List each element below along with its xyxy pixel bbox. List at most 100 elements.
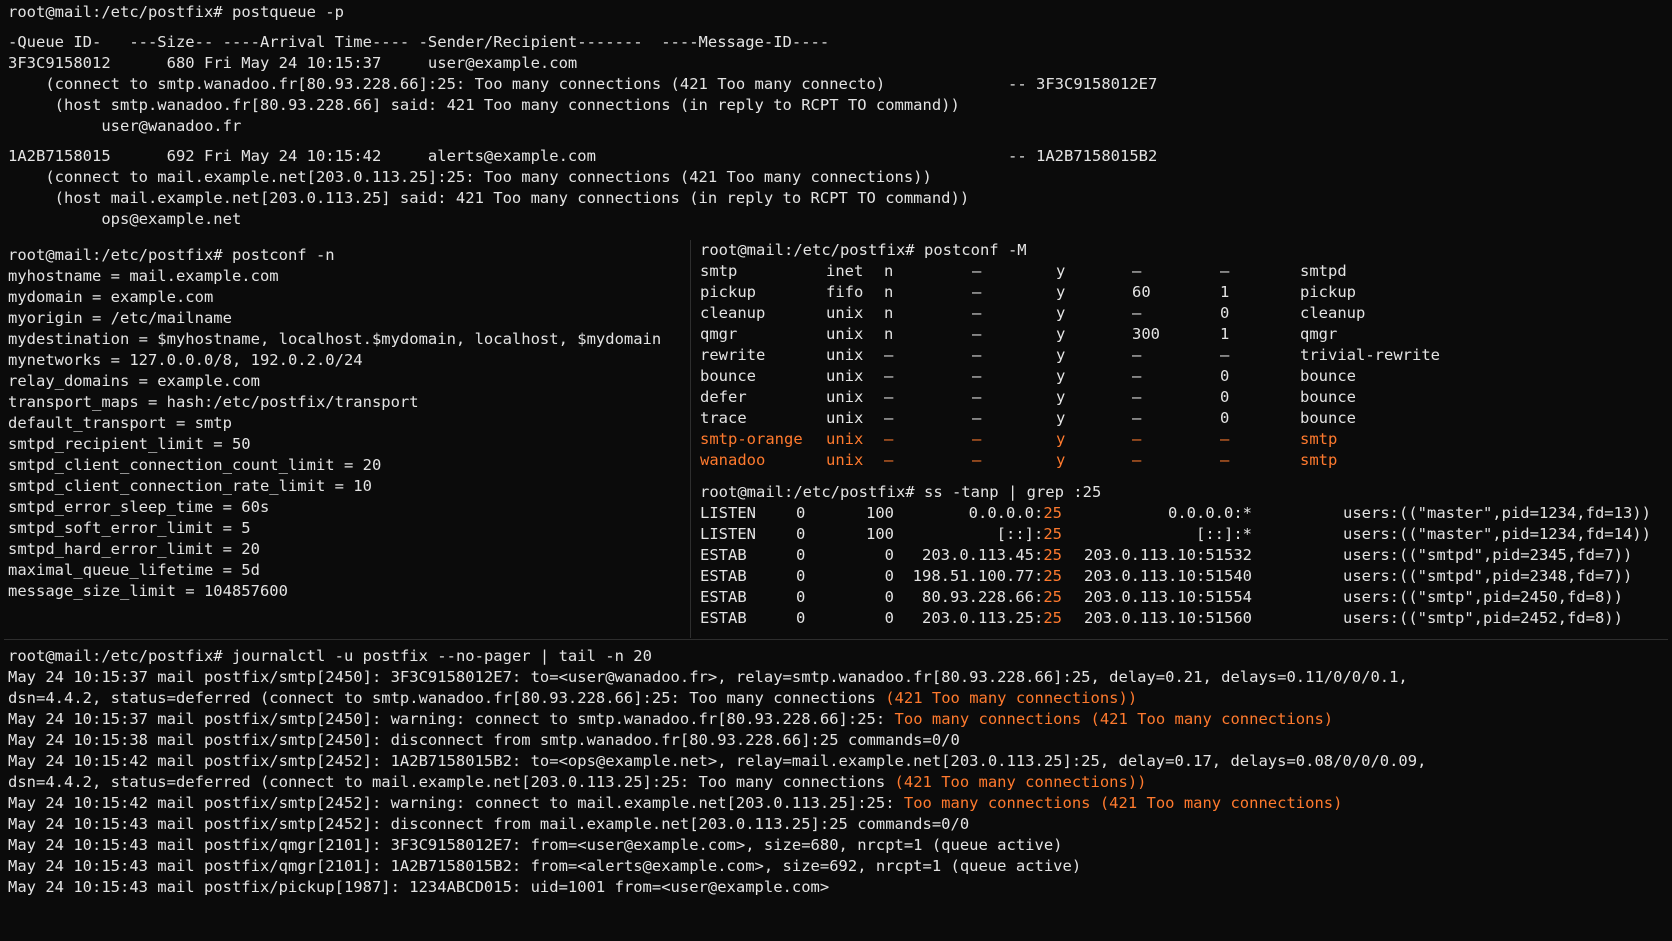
master-cell-command: trivial-rewrite <box>1300 346 1440 364</box>
master-cell-unpriv: – <box>972 346 982 364</box>
master-cell-unpriv: – <box>972 367 982 385</box>
master-cell-wakeup: – <box>1132 346 1142 364</box>
master-cell-command: qmgr <box>1300 325 1338 343</box>
socket-local-port: 25 <box>1043 546 1062 564</box>
master-row-cleanup: cleanup unix n – y – 0 cleanup <box>700 303 1660 324</box>
master-cell-maxproc: 0 <box>1220 409 1230 427</box>
socket-recvq: 0 <box>796 567 806 585</box>
master-cell-maxproc: 1 <box>1220 325 1230 343</box>
command-line[interactable]: root@mail:/etc/postfix# postqueue -p <box>8 2 1658 23</box>
socket-peer: 203.0.113.10:51532 <box>1084 546 1252 564</box>
command-text: postconf -n <box>231 246 335 264</box>
journal-error-highlight: Too many connections (421 Too many conne… <box>894 710 1334 728</box>
shell-prompt: root@mail:/etc/postfix# <box>700 483 915 501</box>
socket-local-ip: 203.0.113.45: <box>922 546 1044 564</box>
journal-line: May 24 10:15:43 mail postfix/pickup[1987… <box>8 877 1663 898</box>
master-row-smtp: smtp inet n – y – – smtpd <box>700 261 1660 282</box>
postconf-line: smtpd_client_connection_rate_limit = 10 <box>8 477 372 495</box>
socket-peer: 203.0.113.10:51560 <box>1084 609 1252 627</box>
queue-entry-line: 1A2B7158015 692 Fri May 24 10:15:42 aler… <box>8 146 1658 167</box>
shell-prompt: root@mail:/etc/postfix# <box>8 3 223 21</box>
master-cell-chroot: y <box>1056 388 1066 406</box>
socket-state: LISTEN <box>700 504 756 522</box>
shell-prompt: root@mail:/etc/postfix# <box>8 647 223 665</box>
master-cell-maxproc: 0 <box>1220 388 1230 406</box>
shell-prompt: root@mail:/etc/postfix# <box>700 241 915 259</box>
journal-text: May 24 10:15:43 mail postfix/qmgr[2101]:… <box>8 836 1063 854</box>
socket-peer: 0.0.0.0:* <box>1168 504 1252 522</box>
socket-table: LISTEN 0 100 0.0.0.0:25 0.0.0.0:* users:(("ma… <box>700 503 1660 629</box>
master-cell-unpriv: – <box>972 304 982 322</box>
journal-error-highlight: (421 Too many connections)) <box>894 773 1147 791</box>
master-row-defer: defer unix – – y – 0 bounce <box>700 387 1660 408</box>
queue-host-said: (host mail.example.net[203.0.113.25] sai… <box>8 189 970 207</box>
master-cell-command: cleanup <box>1300 304 1366 322</box>
master-cell-unpriv: – <box>972 325 982 343</box>
command-text: journalctl -u postfix --no-pager | tail … <box>231 647 652 665</box>
command-line[interactable]: root@mail:/etc/postfix# journalctl -u po… <box>8 646 1663 667</box>
master-cell-maxproc: – <box>1220 430 1230 448</box>
master-cell-private: – <box>884 388 894 406</box>
pane-divider-vertical[interactable] <box>690 240 691 638</box>
socket-process: users:(("smtpd",pid=2345,fd=7)) <box>1343 546 1633 564</box>
journal-text: May 24 10:15:38 mail postfix/smtp[2450]:… <box>8 731 960 749</box>
postconf-line: mydomain = example.com <box>8 288 214 306</box>
socket-recvq: 0 <box>796 609 806 627</box>
master-cell-command: pickup <box>1300 283 1356 301</box>
socket-recvq: 0 <box>796 588 806 606</box>
command-line[interactable]: root@mail:/etc/postfix# postconf -M <box>700 240 1660 261</box>
master-cell-command: smtp <box>1300 451 1338 469</box>
postconf-n-pane: root@mail:/etc/postfix# postconf -n myho… <box>8 245 688 602</box>
master-cell-service: defer <box>700 388 747 406</box>
master-cell-maxproc: 0 <box>1220 367 1230 385</box>
master-cell-maxproc: – <box>1220 451 1230 469</box>
master-cell-type: unix <box>826 346 864 364</box>
postconf-line: relay_domains = example.com <box>8 372 260 390</box>
master-cell-private: n <box>884 304 894 322</box>
journal-line: May 24 10:15:43 mail postfix/smtp[2452]:… <box>8 814 1663 835</box>
socket-local-address: 80.93.228.66:25 <box>922 587 1062 608</box>
journal-text: dsn=4.4.2, status=deferred (connect to m… <box>8 773 895 791</box>
journal-text: May 24 10:15:43 mail postfix/qmgr[2101]:… <box>8 857 1082 875</box>
master-cell-type: fifo <box>826 283 864 301</box>
socket-local-ip: 198.51.100.77: <box>912 567 1044 585</box>
socket-sendq: 0 <box>884 609 894 627</box>
master-cell-chroot: y <box>1056 451 1066 469</box>
master-cell-chroot: y <box>1056 283 1066 301</box>
master-cf-table: smtp inet n – y – – smtpd pickup fifo n – y 60 1 pickup… <box>700 261 1660 471</box>
master-cell-type: unix <box>826 325 864 343</box>
command-line[interactable]: root@mail:/etc/postfix# ss -tanp | grep … <box>700 482 1660 503</box>
socket-recvq: 0 <box>796 504 806 522</box>
master-cell-unpriv: – <box>972 430 982 448</box>
master-row-rewrite: rewrite unix – – y – – trivial-rewrite <box>700 345 1660 366</box>
master-cell-wakeup: – <box>1132 262 1142 280</box>
journal-line: May 24 10:15:42 mail postfix/smtp[2452]:… <box>8 751 1663 772</box>
master-row-bounce: bounce unix – – y – 0 bounce <box>700 366 1660 387</box>
socket-local-address: 0.0.0.0:25 <box>969 503 1062 524</box>
master-cell-service: smtp-orange <box>700 430 803 448</box>
postconf-line: mydestination = $myhostname, localhost.$… <box>8 330 662 348</box>
queue-message-id: -- 1A2B7158015B2 <box>1008 147 1158 165</box>
socket-recvq: 0 <box>796 546 806 564</box>
master-cell-service: wanadoo <box>700 451 766 469</box>
master-cell-wakeup: – <box>1132 451 1142 469</box>
queue-entry-line: 3F3C9158012 680 Fri May 24 10:15:37 user… <box>8 53 1658 74</box>
command-line[interactable]: root@mail:/etc/postfix# postconf -n <box>8 245 688 266</box>
postconf-lines: myhostname = mail.example.com mydomain = … <box>8 266 688 602</box>
pane-divider-horizontal[interactable] <box>4 639 1668 640</box>
postconf-line: smtpd_soft_error_limit = 5 <box>8 519 251 537</box>
master-cell-wakeup: 60 <box>1132 283 1151 301</box>
socket-local-port: 25 <box>1043 588 1062 606</box>
socket-recvq: 0 <box>796 525 806 543</box>
master-cell-unpriv: – <box>972 262 982 280</box>
journal-text: May 24 10:15:37 mail postfix/smtp[2450]:… <box>8 668 1408 686</box>
master-cell-service: rewrite <box>700 346 766 364</box>
master-cell-service: smtp <box>700 262 738 280</box>
ss-pane: root@mail:/etc/postfix# ss -tanp | grep … <box>700 482 1660 629</box>
postconf-line: mynetworks = 127.0.0.0/8, 192.0.2.0/24 <box>8 351 363 369</box>
socket-local-ip: 80.93.228.66: <box>922 588 1044 606</box>
socket-local-address: 203.0.113.45:25 <box>922 545 1062 566</box>
queue-entry-reason: (connect to mail.example.net[203.0.113.2… <box>8 168 932 186</box>
postconf-M-pane: root@mail:/etc/postfix# postconf -M smtp… <box>700 240 1660 471</box>
master-cell-unpriv: – <box>972 388 982 406</box>
